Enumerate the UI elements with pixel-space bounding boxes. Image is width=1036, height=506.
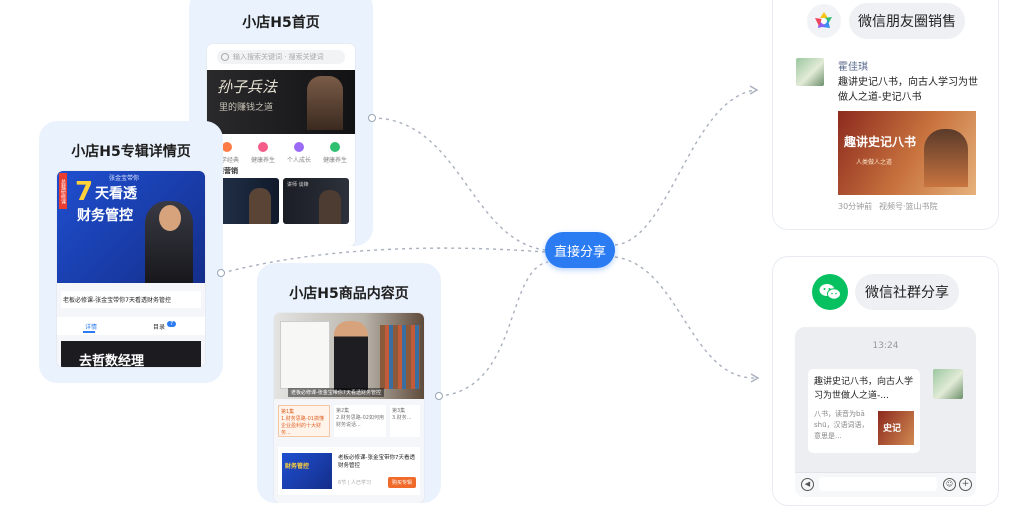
moments-image-sub: 人类做人之道	[856, 159, 893, 166]
course-thumb-badge: 财务管控	[285, 463, 310, 470]
banner-speaker-avatar	[307, 76, 343, 130]
home-banner[interactable]: 孙子兵法 里的赚钱之道	[207, 70, 355, 134]
home-title: 小店H5首页	[242, 15, 320, 31]
tab-detail[interactable]: 详情	[85, 322, 97, 331]
course-card-2[interactable]: 讲师 谈锋	[283, 178, 349, 224]
group-pill[interactable]: 微信社群分享	[855, 274, 959, 310]
moments-time: 30分钟前	[838, 202, 873, 211]
emoji-icon[interactable]: ☺	[943, 478, 956, 491]
album-anchor	[217, 269, 225, 277]
album-headline1: 天看透	[95, 186, 137, 202]
moments-source: 视频号·篮山书院	[879, 202, 938, 211]
album-footer-text: 去哲数经理	[79, 354, 145, 367]
moments-avatar	[796, 58, 824, 86]
album-speaker: 张金宝带你	[109, 175, 140, 182]
tab-catalog[interactable]: 目录	[153, 322, 165, 331]
chat-time: 13:24	[872, 341, 899, 351]
aperture-icon	[815, 12, 832, 28]
category-icon	[222, 142, 232, 152]
moments-image[interactable]: 趣讲史记八书 人类做人之道	[838, 111, 976, 195]
chat-share-card[interactable]: 趣讲史记八书，向古人学习为世做人之道-... 八书，读音为bā shū，汉语词语…	[808, 369, 920, 453]
product-phone-preview: 老板必修课-张金宝带你7天看透财务管控 第1集 1.财务思路-01搞懂企业盈利的十…	[274, 313, 424, 503]
category-icon	[330, 142, 340, 152]
course-thumb-person	[249, 188, 271, 224]
product-title: 小店H5商品内容页	[289, 286, 409, 302]
presenter	[334, 321, 368, 391]
moments-user-name: 霍佳琪	[838, 62, 868, 73]
connector-moments	[614, 89, 756, 246]
search-input[interactable]: 输入搜索关键词 · 搜索关键词	[217, 50, 345, 64]
album-card: 小店H5专辑详情页 总裁研修课 7 天看透 财务管控 张金宝带你 老板必修课-张…	[39, 121, 223, 383]
course-thumb: 财务管控	[282, 453, 332, 489]
course-thumb-person	[319, 190, 341, 224]
voice-icon[interactable]: ◀	[801, 478, 814, 491]
catalog-count-badge: 7	[167, 321, 177, 327]
course-title: 老板必修课-张金宝带你7天看透财务管控	[338, 455, 415, 469]
album-badge: 总裁研修课	[59, 173, 67, 209]
moments-post-text: 趣讲史记八书，向古人学习为世做人之道-史记八书	[838, 77, 978, 103]
moments-image-title: 趣讲史记八书	[844, 135, 917, 149]
wechat-icon	[812, 274, 848, 310]
product-course-card[interactable]: 财务管控 老板必修课-张金宝带你7天看透财务管控 6节 | 人已学习 购买专辑	[278, 447, 420, 495]
chat-window: 13:24 趣讲史记八书，向古人学习为世做人之道-... 八书，读音为bā sh…	[795, 327, 976, 497]
album-big-number: 7	[75, 177, 94, 207]
category-icon	[294, 142, 304, 152]
chapter-item[interactable]: 第1集 1.财务思路-01搞懂企业盈利的十大财务...	[278, 405, 330, 437]
moments-image-figures	[924, 129, 968, 187]
album-footer-banner: 去哲数经理	[61, 341, 201, 367]
share-card-desc: 八书，读音为bā shū，汉语词语，意思是...	[814, 410, 869, 440]
search-placeholder: 输入搜索关键词 · 搜索关键词	[233, 53, 324, 61]
album-headline2: 财务管控	[77, 208, 133, 224]
search-icon	[221, 53, 229, 61]
chat-sender-avatar	[933, 369, 963, 399]
group-panel: 微信社群分享 13:24 趣讲史记八书，向古人学习为世做人之道-... 八书，读…	[772, 256, 999, 506]
direct-share-hub[interactable]: 直接分享	[545, 232, 615, 268]
chapter-item[interactable]: 第3集 3.财务...	[390, 405, 420, 437]
album-cover[interactable]: 总裁研修课 7 天看透 财务管控 张金宝带你	[57, 171, 205, 283]
wechat-bubbles-icon	[819, 284, 841, 300]
album-caption: 老板必修课-张金宝带你7天看透财务管控	[61, 291, 201, 308]
chapter-list: 第1集 1.财务思路-01搞懂企业盈利的十大财务... 第2集 2.财务思路-02如…	[278, 405, 420, 439]
album-title: 小店H5专辑详情页	[71, 144, 191, 160]
share-card-title: 趣讲史记八书，向古人学习为世做人之道-...	[814, 377, 914, 401]
whiteboard	[280, 321, 330, 389]
album-speaker-face	[159, 205, 181, 231]
moments-icon	[807, 4, 841, 38]
category-icons: 国学经典 健康养生 个人成长 健康养生	[209, 142, 353, 164]
product-video[interactable]: 老板必修课-张金宝带你7天看透财务管控	[274, 313, 424, 399]
category-item[interactable]: 健康养生	[245, 142, 281, 164]
plus-icon[interactable]: +	[959, 478, 972, 491]
course-tag: 讲师 谈锋	[287, 182, 309, 188]
arrow-group	[750, 373, 760, 383]
chat-text-input[interactable]	[819, 477, 937, 491]
home-phone-preview: 输入搜索关键词 · 搜索关键词 孙子兵法 里的赚钱之道 国学经典 健康养生 个人…	[207, 44, 355, 246]
connector-home	[371, 117, 546, 251]
bookshelf	[380, 325, 420, 389]
connector-group	[614, 256, 757, 379]
product-anchor	[435, 392, 443, 400]
connector-product	[438, 261, 549, 397]
chapter-item[interactable]: 第2集 2.财务思路-02如何用财务说话...	[334, 405, 386, 437]
category-item[interactable]: 健康养生	[317, 142, 353, 164]
share-card-thumb-label: 史记	[883, 424, 902, 434]
share-card-thumb: 史记	[878, 411, 914, 445]
category-icon	[258, 142, 268, 152]
product-card: 小店H5商品内容页 老板必修课-张金宝带你7天看透财务管控 第1集 1.财务思路-…	[257, 263, 441, 503]
video-caption: 老板必修课-张金宝带你7天看透财务管控	[288, 388, 384, 397]
course-meta: 6节 | 人已学习	[338, 480, 372, 486]
album-tabs: 详情 目录 7	[57, 317, 205, 335]
moments-panel: 微信朋友圈销售 霍佳琪 趣讲史记八书，向古人学习为世做人之道-史记八书 趣讲史记…	[772, 0, 999, 230]
arrow-moments	[749, 85, 759, 95]
banner-line1: 孙子兵法	[217, 78, 278, 96]
tab-detail-underline	[83, 331, 95, 333]
album-phone-preview: 总裁研修课 7 天看透 财务管控 张金宝带你 老板必修课-张金宝带你7天看透财务…	[57, 171, 205, 367]
moments-pill[interactable]: 微信朋友圈销售	[849, 3, 965, 39]
chat-input-bar: ◀ ☺ +	[795, 472, 976, 497]
category-item[interactable]: 个人成长	[281, 142, 317, 164]
banner-line2: 里的赚钱之道	[219, 103, 274, 113]
home-anchor	[368, 114, 376, 122]
buy-album-button[interactable]: 购买专辑	[387, 477, 416, 488]
